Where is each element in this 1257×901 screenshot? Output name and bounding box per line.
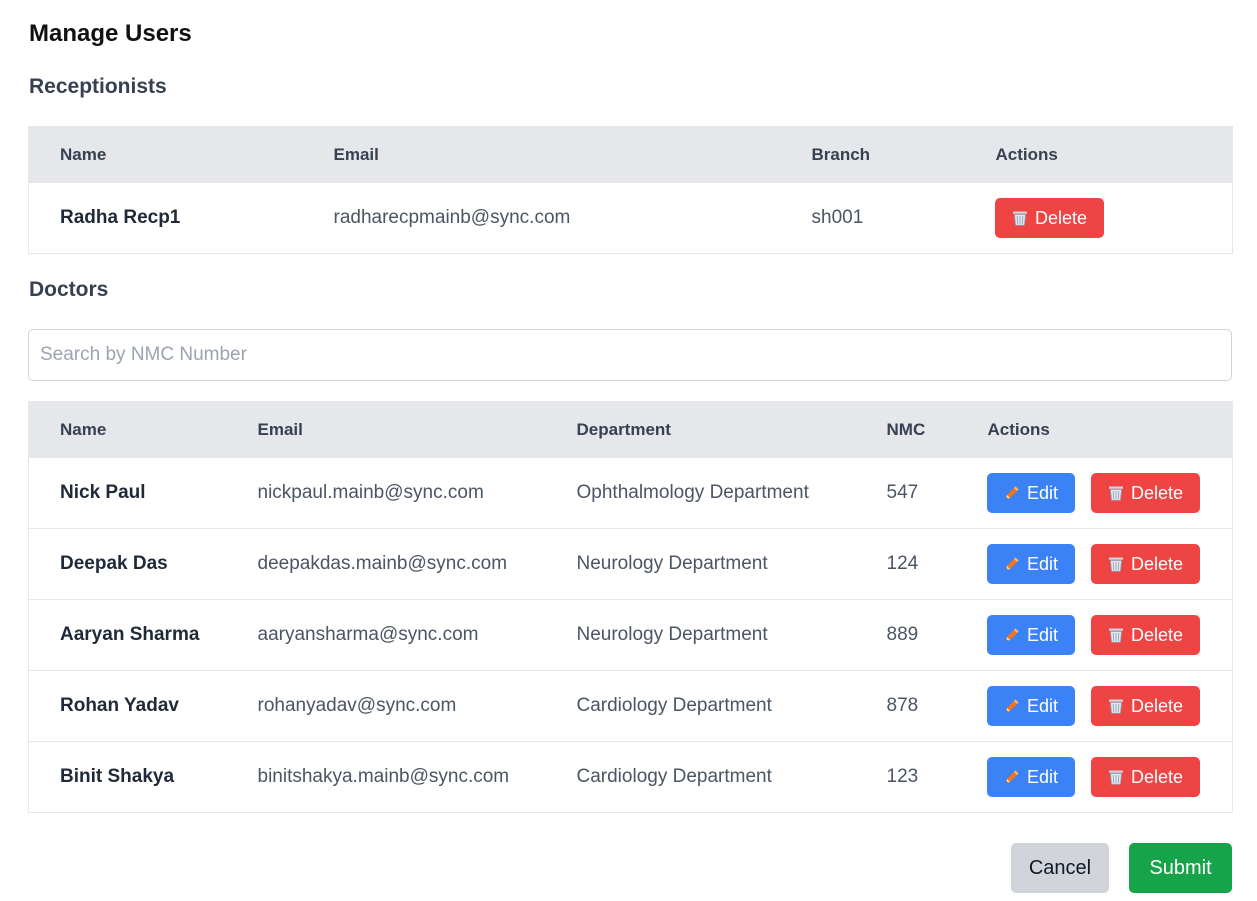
edit-button[interactable]: Edit	[986, 615, 1075, 655]
edit-button-label: Edit	[1026, 695, 1059, 716]
delete-button-label: Delete	[1130, 766, 1184, 787]
page-title: Manage Users	[29, 20, 192, 47]
column-header-department: Department	[545, 401, 856, 458]
table-header-row: Name Email Branch Actions	[28, 126, 1233, 183]
edit-button-label: Edit	[1026, 482, 1059, 503]
table-row: Deepak Das deepakdas.mainb@sync.com Neurol…	[28, 528, 1233, 600]
doctor-email: aaryansharma@sync.com	[226, 599, 546, 671]
receptionist-branch: sh001	[780, 182, 965, 254]
pencil-icon	[1003, 626, 1021, 644]
table-row: Rohan Yadav rohanyadav@sync.com Cardiology…	[28, 670, 1233, 742]
edit-button[interactable]: Edit	[986, 473, 1075, 513]
delete-button-label: Delete	[1130, 482, 1184, 503]
receptionists-section-title: Receptionists	[29, 75, 167, 98]
doctor-name: Aaryan Sharma	[28, 599, 227, 671]
column-header-nmc: NMC	[855, 401, 957, 458]
doctor-actions: Edit Delete	[956, 599, 1233, 671]
doctor-nmc: 878	[855, 670, 957, 742]
table-row: Nick Paul nickpaul.mainb@sync.com Ophthalm…	[28, 457, 1233, 529]
edit-button[interactable]: Edit	[986, 686, 1075, 726]
doctor-name: Nick Paul	[28, 457, 227, 529]
edit-button[interactable]: Edit	[986, 757, 1075, 797]
receptionists-table: Name Email Branch Actions Radha Recp1 ra…	[28, 126, 1233, 254]
wastebasket-icon	[1107, 697, 1125, 715]
doctor-actions: Edit Delete	[956, 741, 1233, 813]
column-header-name: Name	[28, 401, 227, 458]
delete-button[interactable]: Delete	[1090, 615, 1200, 655]
delete-button[interactable]: Delete	[994, 198, 1104, 238]
delete-button[interactable]: Delete	[1090, 544, 1200, 584]
delete-button-label: Delete	[1130, 695, 1184, 716]
doctor-nmc: 547	[855, 457, 957, 529]
delete-button[interactable]: Delete	[1090, 473, 1200, 513]
doctor-department: Cardiology Department	[545, 741, 856, 813]
table-header-row: Name Email Department NMC Actions	[28, 401, 1233, 458]
doctor-nmc: 123	[855, 741, 957, 813]
doctor-nmc: 889	[855, 599, 957, 671]
edit-button[interactable]: Edit	[986, 544, 1075, 584]
nmc-search-input[interactable]	[28, 329, 1232, 381]
delete-button[interactable]: Delete	[1090, 757, 1200, 797]
pencil-icon	[1003, 555, 1021, 573]
column-header-name: Name	[28, 126, 303, 183]
wastebasket-icon	[1107, 626, 1125, 644]
wastebasket-icon	[1107, 555, 1125, 573]
pencil-icon	[1003, 484, 1021, 502]
doctor-department: Cardiology Department	[545, 670, 856, 742]
doctor-name: Rohan Yadav	[28, 670, 227, 742]
doctor-department: Neurology Department	[545, 528, 856, 600]
edit-button-label: Edit	[1026, 624, 1059, 645]
wastebasket-icon	[1011, 209, 1029, 227]
edit-button-label: Edit	[1026, 766, 1059, 787]
receptionist-email: radharecpmainb@sync.com	[302, 182, 781, 254]
doctor-email: binitshakya.mainb@sync.com	[226, 741, 546, 813]
delete-button-label: Delete	[1130, 553, 1184, 574]
wastebasket-icon	[1107, 768, 1125, 786]
column-header-branch: Branch	[780, 126, 965, 183]
submit-button[interactable]: Submit	[1129, 843, 1232, 893]
pencil-icon	[1003, 768, 1021, 786]
doctor-actions: Edit Delete	[956, 457, 1233, 529]
table-row: Radha Recp1 radharecpmainb@sync.com sh00…	[28, 182, 1233, 254]
doctor-email: rohanyadav@sync.com	[226, 670, 546, 742]
column-header-email: Email	[302, 126, 781, 183]
column-header-actions: Actions	[956, 401, 1233, 458]
doctor-actions: Edit Delete	[956, 528, 1233, 600]
doctor-name: Deepak Das	[28, 528, 227, 600]
delete-button-label: Delete	[1034, 207, 1088, 228]
doctor-department: Ophthalmology Department	[545, 457, 856, 529]
doctors-section-title: Doctors	[29, 278, 109, 301]
delete-button-label: Delete	[1130, 624, 1184, 645]
receptionist-name: Radha Recp1	[28, 182, 303, 254]
delete-button[interactable]: Delete	[1090, 686, 1200, 726]
table-row: Binit Shakya binitshakya.mainb@sync.com Ca…	[28, 741, 1233, 813]
column-header-email: Email	[226, 401, 546, 458]
doctor-department: Neurology Department	[545, 599, 856, 671]
pencil-icon	[1003, 697, 1021, 715]
receptionist-actions: Delete	[964, 182, 1233, 254]
doctor-nmc: 124	[855, 528, 957, 600]
doctor-email: nickpaul.mainb@sync.com	[226, 457, 546, 529]
doctor-name: Binit Shakya	[28, 741, 227, 813]
doctor-email: deepakdas.mainb@sync.com	[226, 528, 546, 600]
wastebasket-icon	[1107, 484, 1125, 502]
column-header-actions: Actions	[964, 126, 1233, 183]
edit-button-label: Edit	[1026, 553, 1059, 574]
doctor-actions: Edit Delete	[956, 670, 1233, 742]
table-row: Aaryan Sharma aaryansharma@sync.com Neurol…	[28, 599, 1233, 671]
cancel-button[interactable]: Cancel	[1011, 843, 1109, 893]
doctors-table: Name Email Department NMC Actions Nick P…	[28, 401, 1233, 813]
